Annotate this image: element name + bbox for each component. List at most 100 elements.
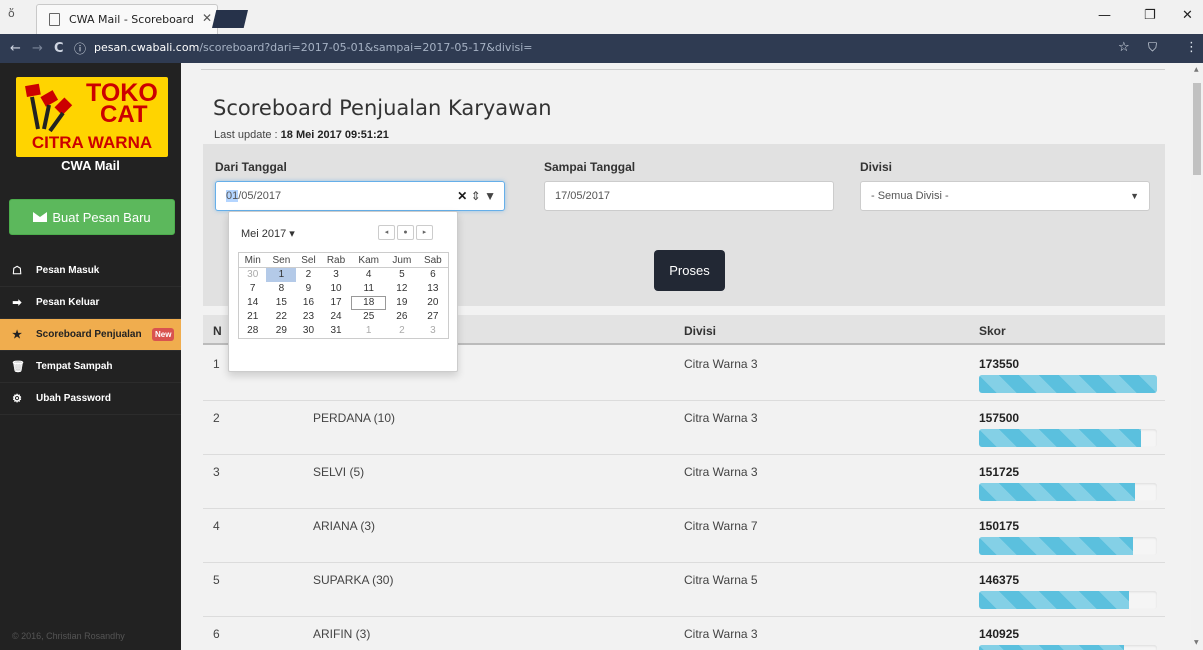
sidebar-footer: © 2016, Christian Rosandhy xyxy=(12,631,125,641)
weekday-label: Jum xyxy=(385,252,418,268)
calendar-day[interactable]: 3 xyxy=(321,268,352,283)
sidebar-item-trash[interactable]: 🗑 Tempat Sampah xyxy=(0,351,181,383)
division-select[interactable]: - Semua Divisi - ▼ xyxy=(860,181,1150,211)
scroll-up-icon[interactable]: ▲ xyxy=(1194,66,1199,73)
url-field[interactable]: ⓘ pesan.cwabali.com/scoreboard?dari=2017… xyxy=(74,39,1114,59)
division-label: Divisi xyxy=(860,160,893,174)
calendar-day[interactable]: 23 xyxy=(296,310,320,324)
weekday-label: Kam xyxy=(351,252,386,268)
calendar-day[interactable]: 2 xyxy=(386,324,418,339)
reload-icon[interactable]: C xyxy=(54,41,64,56)
next-month-button[interactable]: ▸ xyxy=(416,225,433,240)
dropdown-caret-icon[interactable]: ▼ xyxy=(484,189,496,203)
column-header-score[interactable]: Skor xyxy=(979,324,1006,338)
calendar-day[interactable]: 16 xyxy=(296,296,320,310)
sidebar-item-gear[interactable]: ⚙ Ubah Password xyxy=(0,383,181,415)
calendar-day[interactable]: 9 xyxy=(296,282,320,296)
submit-button[interactable]: Proses xyxy=(654,250,725,291)
browser-tab[interactable]: CWA Mail - Scoreboard P ✕ xyxy=(36,4,218,34)
calendar-day[interactable]: 12 xyxy=(386,282,418,296)
minimize-icon[interactable]: — xyxy=(1098,8,1111,23)
browser-titlebar: ὄ CWA Mail - Scoreboard P ✕ — ❐ ✕ xyxy=(0,0,1203,34)
calendar-day[interactable]: 8 xyxy=(266,282,296,296)
back-icon[interactable]: ← xyxy=(10,41,21,56)
calendar-day[interactable]: 6 xyxy=(418,268,449,283)
today-button[interactable]: ● xyxy=(397,225,414,240)
score-cell: 140925 xyxy=(979,627,1020,641)
datepicker-month-select[interactable]: Mei 2017 ▾ xyxy=(241,227,295,240)
page-scrollbar[interactable]: ▲ ▼ xyxy=(1191,63,1203,650)
inbox-icon: ☖ xyxy=(12,265,22,277)
clear-date-icon[interactable]: ✕ xyxy=(457,189,467,203)
calendar-day[interactable]: 17 xyxy=(321,296,352,310)
sidebar-item-label: Ubah Password xyxy=(36,393,112,404)
score-progress-bar xyxy=(979,375,1157,393)
calendar-day[interactable]: 25 xyxy=(351,310,386,324)
new-tab-button[interactable] xyxy=(212,10,248,28)
weekday-label: Rab xyxy=(320,252,352,268)
rank-cell: 3 xyxy=(213,465,220,479)
calendar-day[interactable]: 2 xyxy=(296,268,320,283)
compose-button[interactable]: Buat Pesan Baru xyxy=(9,199,175,235)
calendar-day[interactable]: 28 xyxy=(239,324,267,339)
calendar-day[interactable]: 15 xyxy=(266,296,296,310)
calendar-week-row: 14 15 16 17 18 19 20 xyxy=(239,296,449,310)
to-date-label: Sampai Tanggal xyxy=(544,160,636,174)
calendar-day[interactable]: 27 xyxy=(418,310,449,324)
calendar-day[interactable]: 14 xyxy=(239,296,267,310)
calendar-day[interactable]: 29 xyxy=(266,324,296,339)
column-header-no[interactable]: N xyxy=(213,324,222,338)
calendar-week-row: 28 29 30 31 1 2 3 xyxy=(239,324,449,339)
window-close-icon[interactable]: ✕ xyxy=(1182,8,1193,23)
calendar-day[interactable]: 20 xyxy=(418,296,449,310)
last-update-label: Last update : xyxy=(214,129,278,141)
site-info-icon[interactable]: ⓘ xyxy=(74,40,86,57)
sidebar-item-inbox[interactable]: ☖ Pesan Masuk xyxy=(0,255,181,287)
calendar-day[interactable]: 11 xyxy=(351,282,386,296)
calendar-day[interactable]: 7 xyxy=(239,282,267,296)
sidebar: TOKO CAT CITRA WARNA CWA Mail Buat Pesan… xyxy=(0,63,181,650)
calendar-day[interactable]: 30 xyxy=(296,324,320,339)
calendar-day[interactable]: 4 xyxy=(351,268,386,283)
scroll-thumb[interactable] xyxy=(1193,83,1201,175)
calendar-day[interactable]: 1 xyxy=(351,324,386,339)
extension-shield-icon[interactable]: ⛉ xyxy=(1148,40,1157,55)
calendar-day[interactable]: 10 xyxy=(321,282,352,296)
scroll-down-icon[interactable]: ▼ xyxy=(1194,639,1199,646)
bookmark-star-icon[interactable]: ☆ xyxy=(1118,40,1130,55)
calendar-days: 30 1 2 3 4 5 6 7 8 9 10 11 12 13 14 15 16 17 18 19 20 21 22 23 2… xyxy=(239,267,449,339)
maximize-icon[interactable]: ❐ xyxy=(1144,8,1156,23)
calendar-day[interactable]: 21 xyxy=(239,310,267,324)
compose-label: Buat Pesan Baru xyxy=(52,209,151,225)
calendar-day[interactable]: 1 xyxy=(266,267,297,282)
calendar-week-row: 30 1 2 3 4 5 6 xyxy=(239,267,449,283)
from-date-input[interactable]: 01/05/2017 ✕ ⇕ ▼ xyxy=(215,181,505,211)
calendar-day[interactable]: 22 xyxy=(266,310,296,324)
calendar-day[interactable]: 19 xyxy=(386,296,418,310)
forward-icon[interactable]: → xyxy=(32,41,43,56)
logo-text-cat: CAT xyxy=(100,101,148,128)
profile-icon[interactable]: ὄ xyxy=(8,7,24,25)
prev-month-button[interactable]: ◂ xyxy=(378,225,395,240)
employee-name-cell: ARIANA (3) xyxy=(313,519,376,533)
sidebar-item-outbox[interactable]: ➡ Pesan Keluar xyxy=(0,287,181,319)
score-progress-bar xyxy=(979,483,1157,501)
sidebar-item-label: Pesan Keluar xyxy=(36,297,100,308)
calendar-day[interactable]: 5 xyxy=(386,268,418,283)
logo[interactable]: TOKO CAT CITRA WARNA xyxy=(16,77,168,157)
calendar-day[interactable]: 31 xyxy=(321,324,352,339)
calendar-day[interactable]: 18 xyxy=(351,296,386,310)
calendar-day[interactable]: 24 xyxy=(321,310,352,324)
column-header-division[interactable]: Divisi xyxy=(684,324,716,338)
browser-menu-icon[interactable]: ⋮ xyxy=(1185,40,1198,55)
calendar-week-row: 7 8 9 10 11 12 13 xyxy=(239,282,449,296)
spin-icon[interactable]: ⇕ xyxy=(471,189,481,203)
calendar-day[interactable]: 3 xyxy=(418,324,449,339)
calendar-day[interactable]: 13 xyxy=(418,282,449,296)
calendar-day[interactable]: 30 xyxy=(239,268,267,283)
to-date-input[interactable]: 17/05/2017 xyxy=(544,181,834,211)
score-progress-fill xyxy=(979,483,1135,501)
tab-close-icon[interactable]: ✕ xyxy=(202,11,212,25)
sidebar-item-star[interactable]: ★ Scoreboard Penjualan New xyxy=(0,319,181,351)
calendar-day[interactable]: 26 xyxy=(386,310,418,324)
